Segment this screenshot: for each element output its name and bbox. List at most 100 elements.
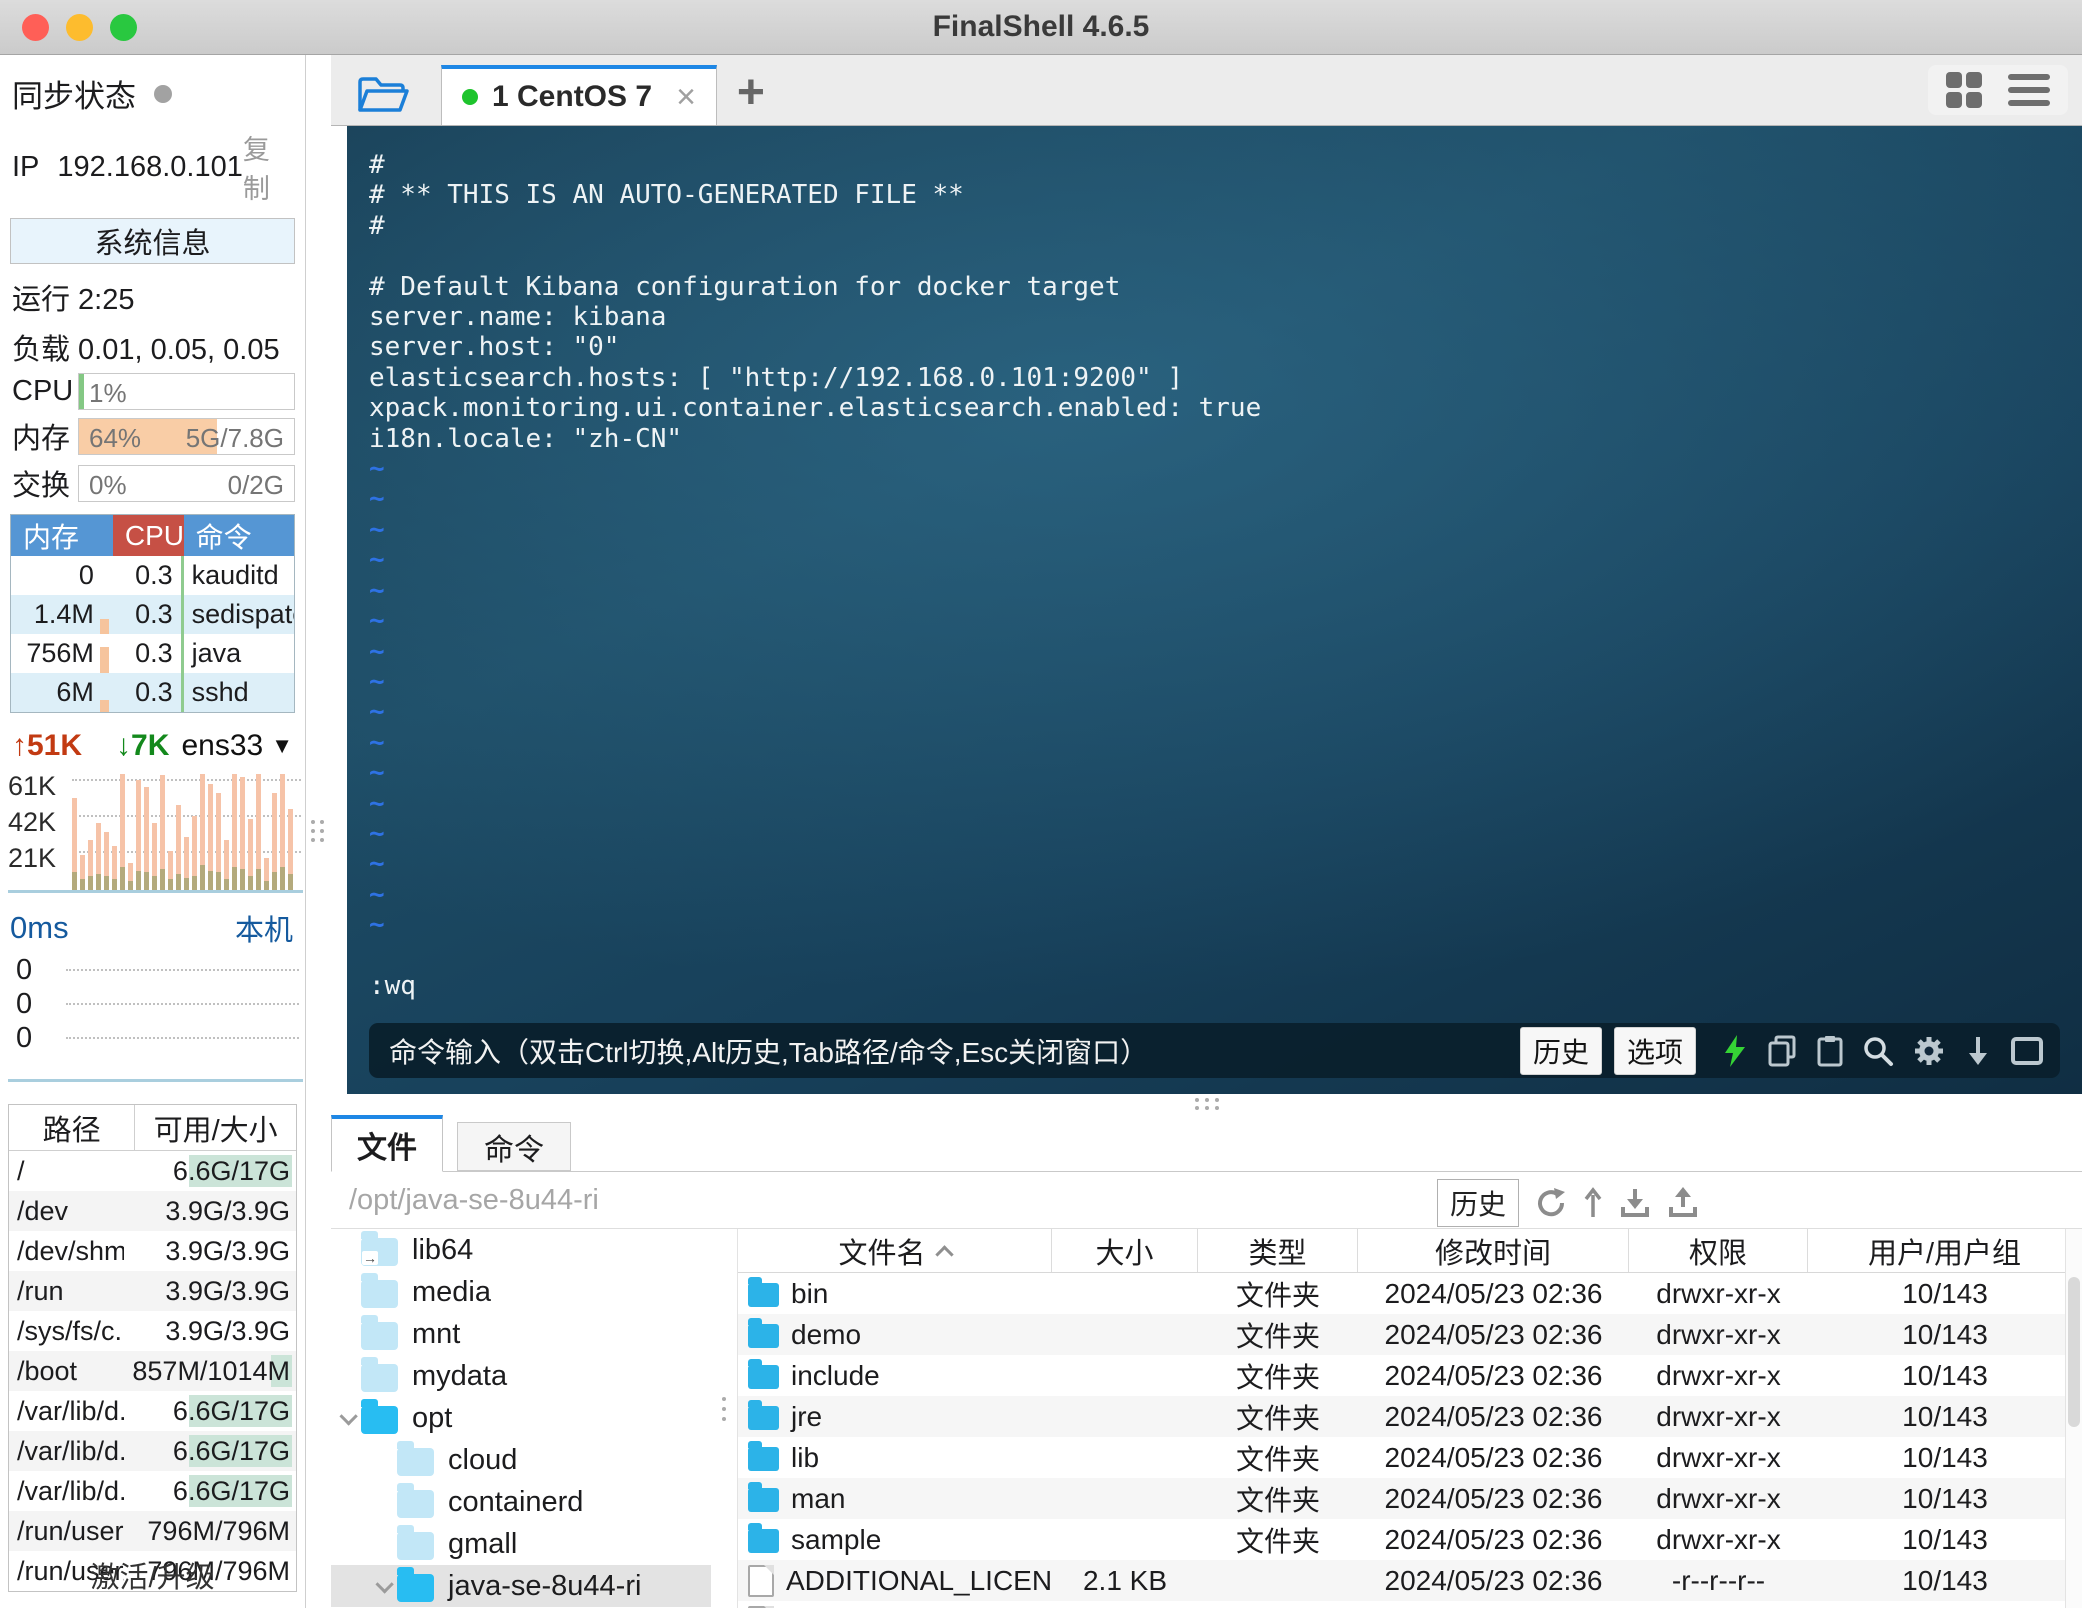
upload-file-icon[interactable] (1667, 1187, 1699, 1219)
file-row[interactable]: man 文件夹 2024/05/23 02:36 drwxr-xr-x 10/143 (738, 1478, 2082, 1519)
file-row[interactable]: ADDITIONAL_LICEN... 2.1 KB 2024/05/23 02:3… (738, 1560, 2082, 1601)
refresh-icon[interactable] (1535, 1187, 1567, 1219)
disk-col-header[interactable]: 路径 (9, 1105, 136, 1150)
tree-item-gmall[interactable]: gmall (331, 1523, 711, 1565)
file-table-scrollbar[interactable] (2065, 1229, 2082, 1608)
lightning-icon[interactable] (1722, 1034, 1748, 1067)
disk-col-header[interactable]: 可用/大小 (135, 1105, 296, 1150)
grid-view-icon[interactable] (1946, 72, 1982, 108)
file-col-header[interactable]: 类型 (1198, 1229, 1358, 1272)
tree-item-mnt[interactable]: mnt (331, 1313, 711, 1355)
process-row[interactable]: 0 0.3 kauditd (11, 556, 294, 595)
tree-splitter[interactable] (711, 1229, 737, 1608)
disk-row[interactable]: /dev 3.9G/3.9G (9, 1191, 296, 1231)
tab-centos7[interactable]: 1 CentOS 7 × (441, 65, 717, 125)
memory-percent: 64% (89, 422, 142, 453)
history-button[interactable]: 历史 (1519, 1026, 1602, 1075)
download-file-icon[interactable] (1619, 1187, 1651, 1219)
tree-item-lib64[interactable]: lib64 (331, 1229, 711, 1271)
file-col-header[interactable]: 大小 (1052, 1229, 1198, 1272)
options-button[interactable]: 选项 (1613, 1026, 1696, 1075)
disk-row[interactable]: /run 3.9G/3.9G (9, 1271, 296, 1311)
file-row[interactable]: sample 文件夹 2024/05/23 02:36 drwxr-xr-x 10/14… (738, 1519, 2082, 1560)
copy-ip-button[interactable]: 复制 (243, 128, 291, 206)
file-col-header[interactable]: 用户/用户组 (1808, 1229, 2082, 1272)
file-cell: 10/143 (1902, 1400, 1988, 1432)
tab-commands[interactable]: 命令 (457, 1122, 571, 1171)
disk-row[interactable]: /boot 857M/1014M (9, 1351, 296, 1391)
file-cell (1198, 1601, 1358, 1608)
search-icon[interactable] (1862, 1035, 1894, 1067)
disk-row[interactable]: /run/user... 796M/796M (9, 1511, 296, 1551)
ping-target[interactable]: 本机 (235, 907, 293, 949)
process-row[interactable]: 1.4M0.3sedispatc (11, 595, 294, 634)
tree-item-mydata[interactable]: mydata (331, 1355, 711, 1397)
window-icon[interactable] (2010, 1036, 2044, 1066)
copy-icon[interactable] (1766, 1035, 1798, 1067)
zoom-window-button[interactable] (110, 14, 137, 41)
panel-splitter[interactable] (331, 1094, 2082, 1115)
download-icon[interactable] (1964, 1035, 1992, 1067)
file-cell: drwxr-xr-x (1656, 1441, 1781, 1473)
disk-row[interactable]: / 6.6G/17G (9, 1151, 296, 1191)
disk-row[interactable]: /var/lib/d... 6.6G/17G (9, 1391, 296, 1431)
tree-item-containerd[interactable]: containerd (331, 1481, 711, 1523)
gear-icon[interactable] (1912, 1034, 1946, 1068)
tree-item-java-se-8u44-ri[interactable]: java-se-8u44-ri (331, 1565, 711, 1607)
command-input-bar[interactable]: 命令输入（双击Ctrl切换,Alt历史,Tab路径/命令,Esc关闭窗口） 历史… (369, 1023, 2060, 1078)
close-tab-icon[interactable]: × (676, 78, 696, 117)
disk-row[interactable]: /var/lib/d... 6.6G/17G (9, 1471, 296, 1511)
file-row[interactable]: include 文件夹 2024/05/23 02:36 drwxr-xr-x 10/1… (738, 1355, 2082, 1396)
chevron-down-icon[interactable] (367, 1574, 397, 1594)
disk-row[interactable]: /var/lib/d... 6.6G/17G (9, 1431, 296, 1471)
tree-item-cloud[interactable]: cloud (331, 1439, 711, 1481)
process-mem-cell: 0 (78, 560, 94, 590)
file-row[interactable]: lib 文件夹 2024/05/23 02:36 drwxr-xr-x 10/143 (738, 1437, 2082, 1478)
download-bar (136, 871, 141, 890)
path-bar[interactable]: /opt/java-se-8u44-ri 历史 (331, 1172, 2082, 1229)
chevron-down-icon[interactable] (331, 1406, 361, 1426)
up-arrow-icon[interactable] (1583, 1187, 1603, 1219)
file-row[interactable] (738, 1601, 2082, 1608)
file-name-cell: ADDITIONAL_LICEN... (738, 1560, 1052, 1601)
disk-row[interactable]: /sys/fs/c... 3.9G/3.9G (9, 1311, 296, 1351)
file-row[interactable]: demo 文件夹 2024/05/23 02:36 drwxr-xr-x 10/143 (738, 1314, 2082, 1355)
terminal-line: server.host: "0" (369, 332, 620, 363)
activate-upgrade-link[interactable]: 激活/升级 (0, 1554, 305, 1596)
tree-item-opt[interactable]: opt (331, 1397, 711, 1439)
vi-tilde-line: ~ (369, 758, 385, 789)
file-col-header[interactable]: 权限 (1629, 1229, 1808, 1272)
minimize-window-button[interactable] (66, 14, 93, 41)
net-bar (288, 809, 293, 890)
sidebar-splitter[interactable] (306, 55, 331, 1608)
interface-selector[interactable]: ens33 ▼ (181, 729, 293, 763)
tab-files[interactable]: 文件 (331, 1115, 443, 1172)
file-row[interactable]: bin 文件夹 2024/05/23 02:36 drwxr-xr-x 10/143 (738, 1273, 2082, 1314)
disk-row[interactable]: /dev/shm 3.9G/3.9G (9, 1231, 296, 1271)
current-path[interactable]: /opt/java-se-8u44-ri (349, 1184, 599, 1217)
process-col-header[interactable]: CPU (112, 515, 184, 556)
file-cell: -r--r--r-- (1671, 1564, 1766, 1596)
process-col-header[interactable]: 命令 (183, 515, 294, 556)
tree-item-media[interactable]: media (331, 1271, 711, 1313)
paste-icon[interactable] (1816, 1035, 1844, 1067)
open-connections-button[interactable] (347, 65, 419, 125)
close-window-button[interactable] (22, 14, 49, 41)
list-view-icon[interactable] (2008, 74, 2050, 106)
tab-label: 1 CentOS 7 (492, 80, 653, 113)
file-cell: drwxr-xr-x (1656, 1523, 1781, 1555)
system-info-button[interactable]: 系统信息 (10, 218, 295, 264)
process-col-header[interactable]: 内存 (11, 515, 113, 556)
file-row[interactable]: jre 文件夹 2024/05/23 02:36 drwxr-xr-x 10/143 (738, 1396, 2082, 1437)
file-col-header[interactable]: 文件名 (738, 1229, 1052, 1272)
add-tab-button[interactable]: + (737, 69, 765, 117)
file-name-cell: lib (738, 1437, 1052, 1478)
terminal[interactable]: # # ** THIS IS AN AUTO-GENERATED FILE ** #… (347, 126, 2082, 1094)
process-row[interactable]: 756M 0.3 java (11, 634, 294, 673)
process-row[interactable]: 6M 0.3 sshd (11, 673, 294, 712)
path-history-button[interactable]: 历史 (1437, 1179, 1520, 1227)
terminal-line: # (369, 150, 385, 180)
file-col-header[interactable]: 修改时间 (1358, 1229, 1629, 1272)
net-bar (176, 805, 181, 890)
scrollbar-thumb[interactable] (2068, 1277, 2080, 1427)
